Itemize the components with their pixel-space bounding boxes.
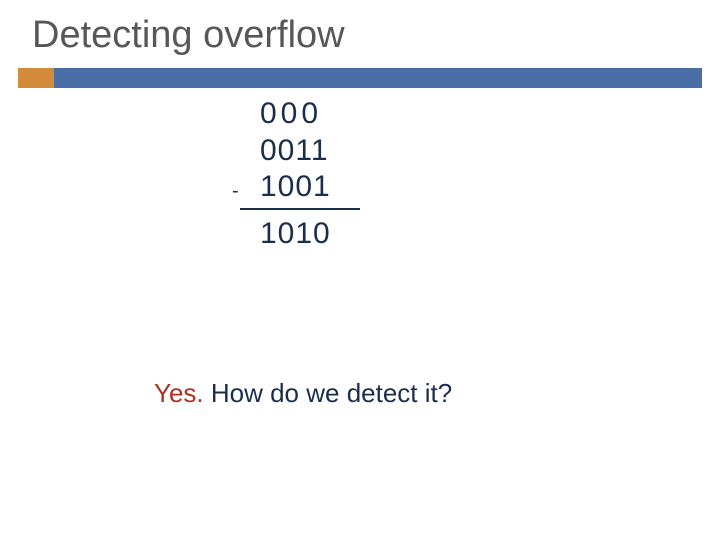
operator-sign: -	[232, 179, 240, 203]
operand-2: 1001	[260, 170, 331, 203]
operand-2-row: - 1001	[230, 169, 430, 206]
carry-row: 000	[230, 96, 430, 133]
result-row: 1010	[230, 216, 430, 253]
title-rule	[54, 68, 702, 88]
slide-title: Detecting overflow	[32, 14, 345, 57]
footer-text: Yes. How do we detect it?	[154, 378, 452, 409]
calculation-block: 000 0011 - 1001 1010	[230, 96, 430, 252]
calc-divider	[240, 208, 360, 210]
answer-yes: Yes.	[154, 378, 204, 408]
accent-box	[18, 68, 54, 88]
question-text: How do we detect it?	[204, 378, 453, 408]
operand-1: 0011	[230, 133, 430, 170]
